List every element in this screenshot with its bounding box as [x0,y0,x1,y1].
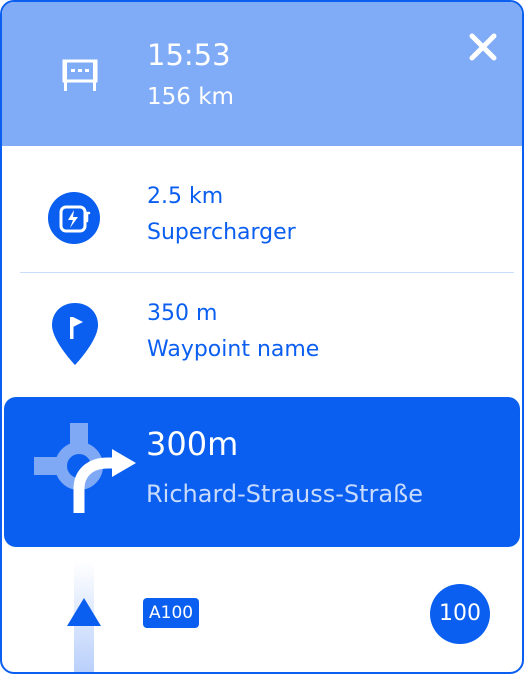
road-number-badge: A100 [143,598,200,628]
waypoint-pin-icon [52,303,98,365]
supercharger-icon [48,192,100,244]
maneuver-distance: 300m [146,425,239,463]
navigation-panel: 15:53 156 km 2.5 km Supercharger 350 m W… [0,0,524,674]
next-maneuver-card[interactable]: 300m Richard-Strauss-Straße [4,397,520,547]
close-icon[interactable] [466,30,500,64]
straight-arrow-icon [67,598,101,626]
stop-row-supercharger[interactable]: 2.5 km Supercharger [2,146,522,272]
stop-distance: 2.5 km [147,184,224,209]
finish-flag-icon [62,59,98,91]
remaining-distance: 156 km [147,84,234,110]
trip-summary-header: 15:53 156 km [2,2,522,146]
arrival-time: 15:53 [147,38,231,72]
stop-name: Supercharger [147,220,296,245]
speed-limit-sign: 100 [430,584,490,644]
maneuver-street-name: Richard-Strauss-Straße [146,480,423,508]
stop-distance: 350 m [147,301,218,326]
roundabout-right-turn-icon [34,423,136,513]
stop-name: Waypoint name [147,337,320,362]
stop-row-waypoint[interactable]: 350 m Waypoint name [2,273,522,397]
